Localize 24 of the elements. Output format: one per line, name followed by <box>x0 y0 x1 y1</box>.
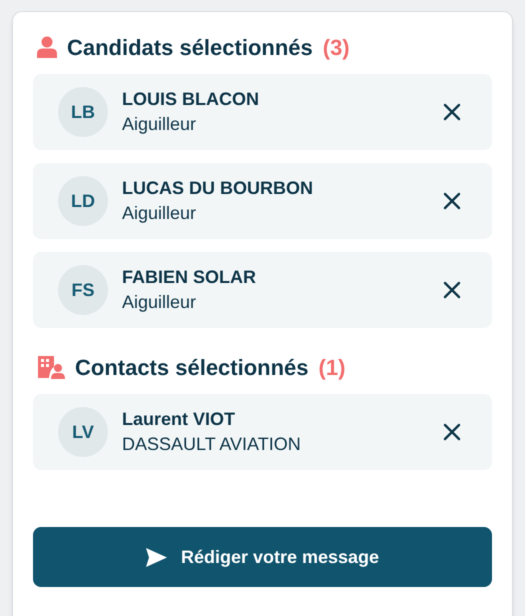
close-icon <box>443 192 461 210</box>
item-name: Laurent VIOT <box>122 408 236 431</box>
avatar: LV <box>58 407 108 457</box>
compose-message-button[interactable]: Rédiger votre message <box>33 527 492 587</box>
item-subtitle: Aiguilleur <box>122 202 198 225</box>
item-subtitle: Aiguilleur <box>122 113 198 136</box>
person-icon <box>37 36 57 58</box>
close-icon <box>443 281 461 299</box>
item-subtitle: DASSAULT AVIATION <box>122 433 302 456</box>
avatar: LD <box>58 176 108 226</box>
send-icon <box>146 548 167 566</box>
section-title: Candidats sélectionnés <box>67 34 313 62</box>
close-icon <box>443 423 461 441</box>
section-title: Contacts sélectionnés <box>75 354 309 382</box>
item-name: LUCAS DU BOURBON <box>122 177 314 200</box>
item-subtitle: Aiguilleur <box>122 291 198 314</box>
building-person-icon <box>37 355 65 379</box>
avatar: LB <box>58 87 108 137</box>
close-icon <box>443 103 461 121</box>
avatar: FS <box>58 265 108 315</box>
item-name: FABIEN SOLAR <box>122 266 258 289</box>
count: (1) <box>318 354 346 382</box>
count: (3) <box>322 34 350 62</box>
item-name: LOUIS BLACON <box>122 88 260 111</box>
